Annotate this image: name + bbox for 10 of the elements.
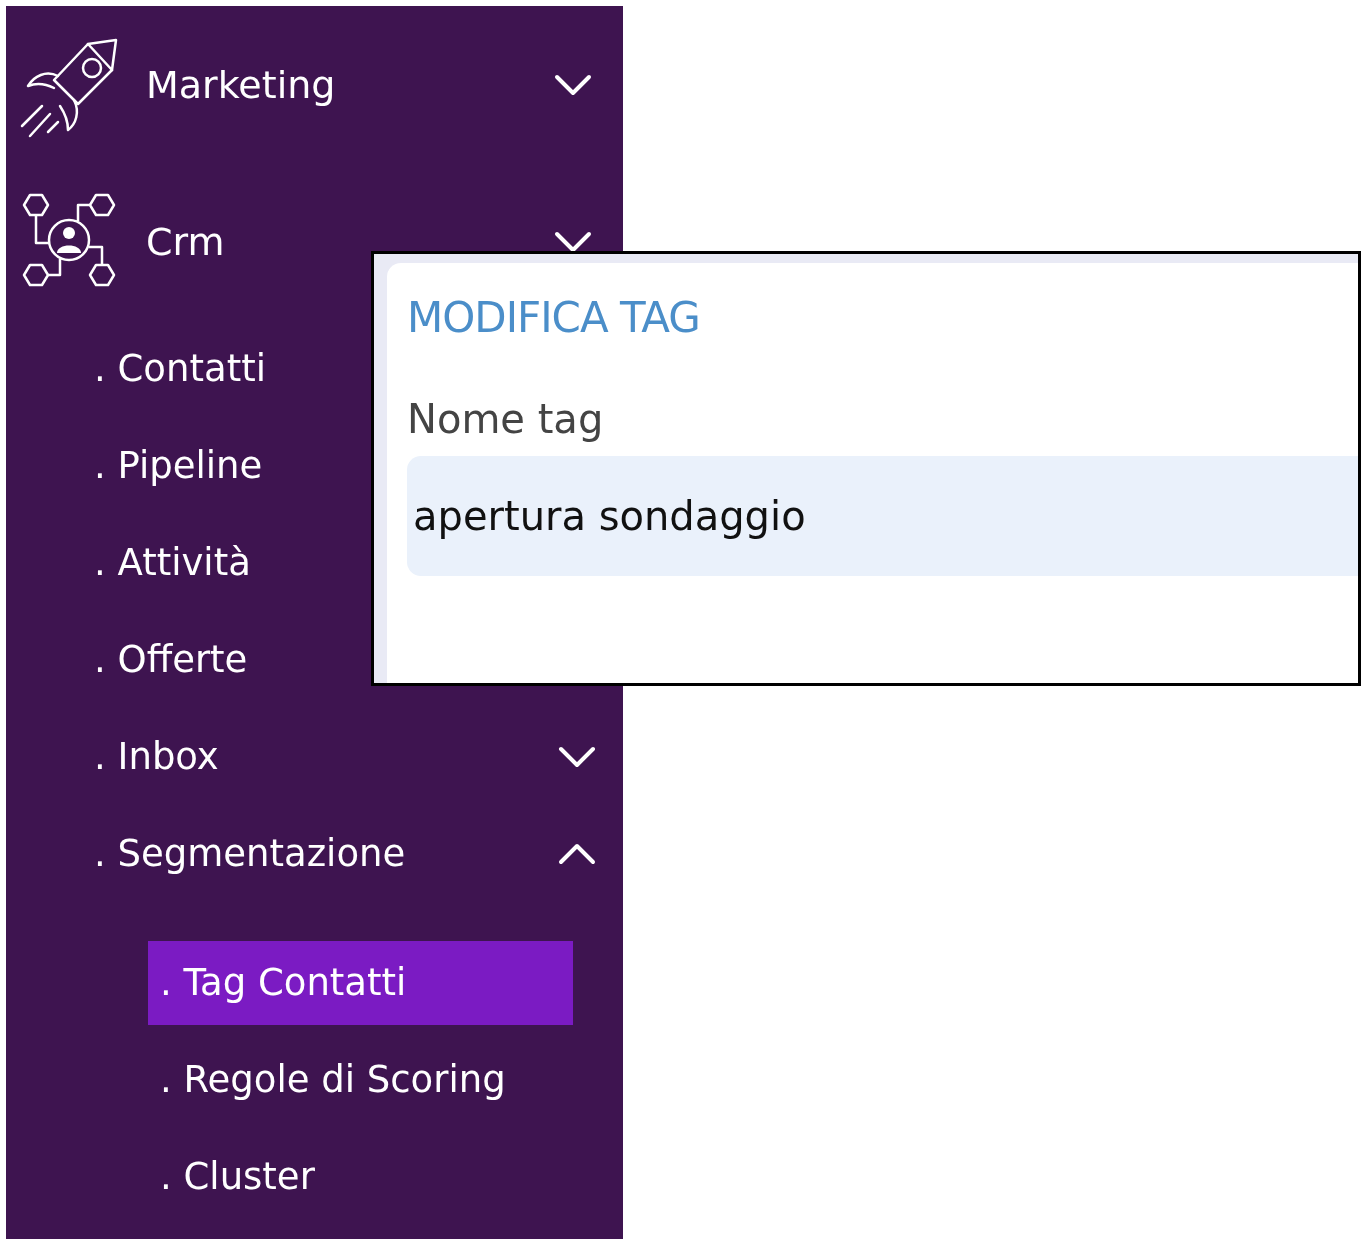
dialog-title: MODIFICA TAG [407,293,701,342]
submenu-item[interactable]: . Cluster [148,1134,327,1219]
submenu-item[interactable]: . Tag Contatti [148,940,573,1025]
menu-item[interactable]: Marketing [146,62,553,107]
submenu-item[interactable]: . Inbox [94,735,557,778]
submenu-item[interactable]: . Regole di Scoring [148,1037,518,1122]
input-field[interactable]: apertura sondaggio [407,456,1358,576]
menu-item[interactable]: Crm [146,219,553,264]
field-label: Nome tag [407,396,605,442]
submenu-item[interactable]: . Segmentazione [94,832,557,875]
